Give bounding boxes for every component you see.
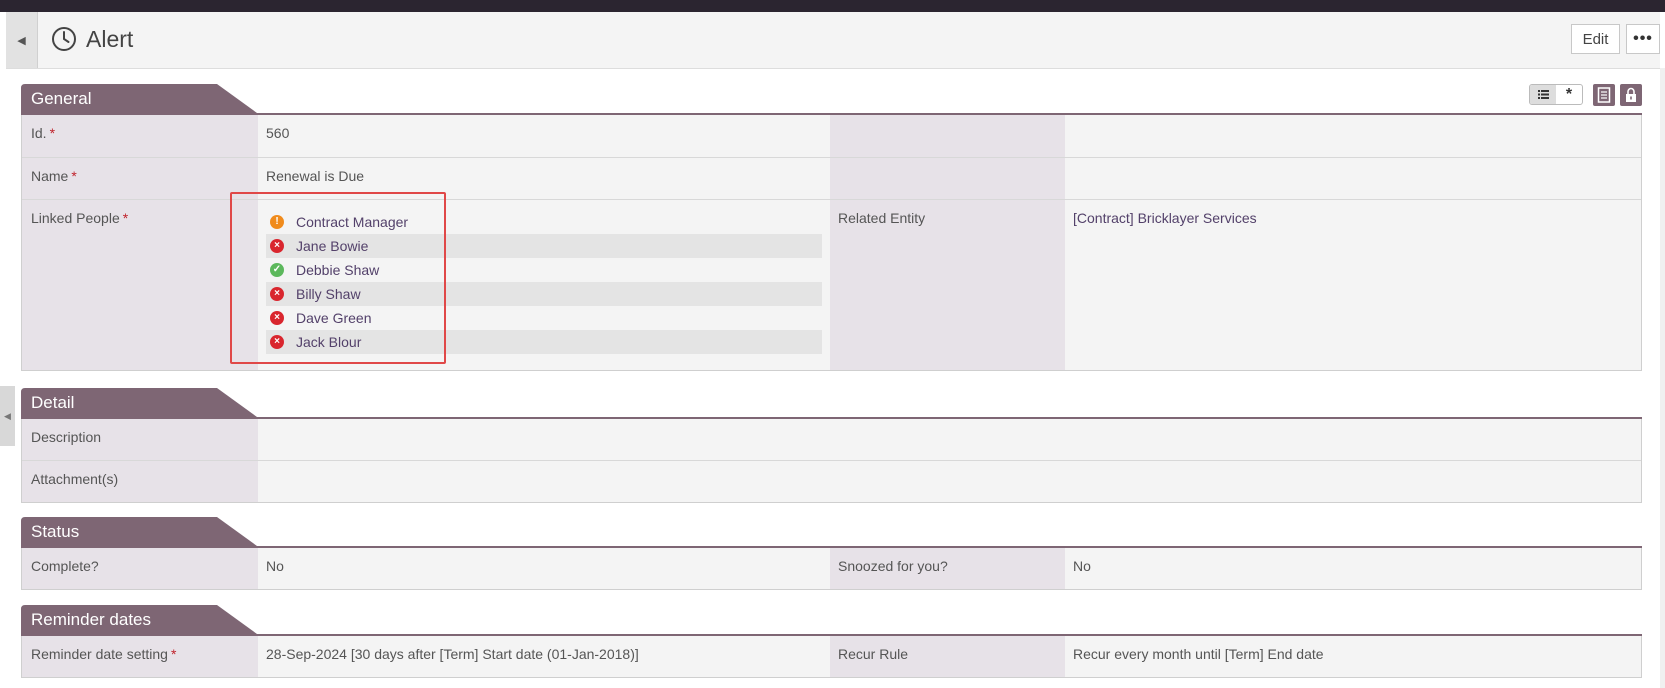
field-grid: Complete? No Snoozed for you? No <box>21 548 1642 590</box>
empty-value <box>1065 115 1641 157</box>
field-row: Complete? No Snoozed for you? No <box>22 548 1641 589</box>
field-value-complete: No <box>266 558 284 574</box>
clock-icon <box>52 27 76 51</box>
field-row: Description <box>22 419 1641 460</box>
section-reminder-dates: Reminder dates Reminder date setting * 28… <box>21 605 1642 678</box>
section-header: Detail <box>21 388 257 417</box>
field-label: Complete? <box>22 548 258 589</box>
field-row: Id. * 560 <box>22 115 1641 157</box>
empty-value <box>1065 158 1641 199</box>
field-value-reminder-setting: 28-Sep-2024 [30 days after [Term] Start … <box>266 646 639 662</box>
field-grid: Description Attachment(s) <box>21 419 1642 503</box>
scrollbar[interactable] <box>1660 68 1665 688</box>
more-options-button[interactable]: ••• <box>1626 24 1660 54</box>
field-value-id: 560 <box>266 125 290 141</box>
section-title: Reminder dates <box>31 610 152 629</box>
edit-button[interactable]: Edit <box>1571 24 1620 54</box>
section-header: Status <box>21 517 257 546</box>
field-row: Attachment(s) <box>22 460 1641 502</box>
section-header: Reminder dates <box>21 605 257 634</box>
page-header: ◀ Alert Edit ••• <box>6 12 1660 69</box>
field-label: Id. * <box>22 115 258 157</box>
section-status: Status Complete? No Snoozed for you? No <box>21 517 1642 590</box>
section-header: General <box>21 84 257 113</box>
field-label: Description <box>22 419 258 460</box>
field-value-description <box>258 419 1641 460</box>
highlight-box <box>230 192 446 364</box>
section-title: General <box>31 89 92 108</box>
field-label: Linked People * <box>22 200 258 370</box>
window-top-bar <box>0 0 1665 12</box>
related-entity-link[interactable]: [Contract] Bricklayer Services <box>1065 200 1641 370</box>
page-title: Alert <box>86 26 134 52</box>
collapse-panel-button[interactable]: ◀ <box>6 12 38 68</box>
field-label: Reminder date setting * <box>22 636 258 677</box>
side-panel-handle[interactable]: ◀ <box>0 386 15 446</box>
field-grid: Reminder date setting * 28-Sep-2024 [30 d… <box>21 636 1642 678</box>
section-detail: Detail Description Attachment(s) <box>21 388 1642 503</box>
section-title: Detail <box>31 393 75 412</box>
caret-left-icon: ◀ <box>4 410 11 421</box>
field-label: Name * <box>22 158 258 199</box>
field-row: Reminder date setting * 28-Sep-2024 [30 d… <box>22 636 1641 677</box>
field-label: Attachment(s) <box>22 461 258 502</box>
field-label: Recur Rule <box>830 636 1065 677</box>
field-value-snoozed: No <box>1073 558 1091 574</box>
field-value-attachments <box>258 461 1641 502</box>
field-label: Related Entity <box>830 200 1065 370</box>
empty-label <box>830 115 1065 157</box>
empty-label <box>830 158 1065 199</box>
field-value-recur-rule: Recur every month until [Term] End date <box>1073 646 1324 662</box>
caret-left-icon: ◀ <box>17 34 26 47</box>
field-label: Snoozed for you? <box>830 548 1065 589</box>
section-title: Status <box>31 522 80 541</box>
